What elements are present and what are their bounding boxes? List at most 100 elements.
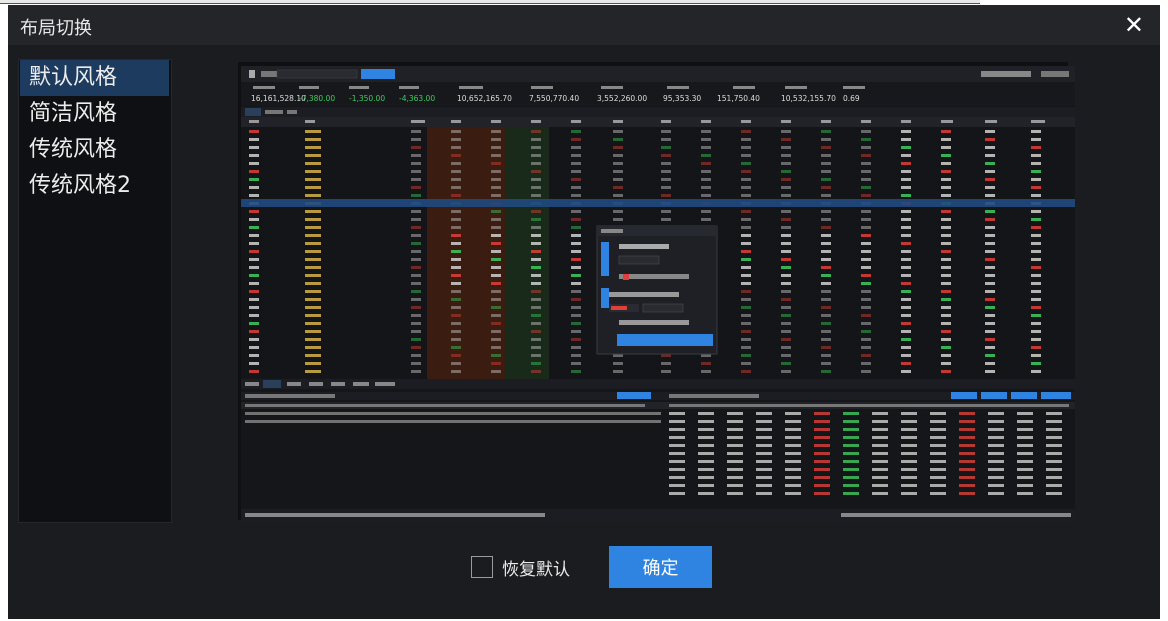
preview-cell	[901, 338, 911, 341]
preview-cell	[571, 250, 581, 253]
preview-cell	[785, 412, 801, 415]
preview-cell	[249, 370, 259, 373]
preview-cell	[249, 274, 259, 277]
preview-cell	[821, 322, 831, 325]
style-item-simple[interactable]: 简洁风格	[20, 96, 169, 132]
preview-cell	[941, 298, 951, 301]
preview-cell	[531, 242, 541, 245]
preview-cell	[451, 362, 461, 365]
preview-cell	[843, 484, 859, 487]
preview-cell	[901, 354, 911, 357]
preview-cell	[821, 250, 831, 253]
style-item-traditional-2[interactable]: 传统风格2	[20, 168, 169, 204]
preview-cell	[451, 282, 461, 285]
preview-cell	[661, 210, 671, 213]
preview-cell	[781, 282, 791, 285]
preview-cell	[531, 314, 541, 317]
preview-cell	[491, 234, 501, 237]
preview-cell	[1031, 138, 1041, 141]
preview-cell	[411, 154, 421, 157]
preview-cell	[861, 290, 871, 293]
preview-cell	[985, 346, 995, 349]
preview-cell	[985, 242, 995, 245]
preview-cell	[861, 274, 871, 277]
preview-cell	[1031, 194, 1041, 197]
preview-cell	[901, 330, 911, 333]
preview-cell	[901, 170, 911, 173]
svg-text:3,552,260.00: 3,552,260.00	[597, 94, 647, 103]
preview-cell	[1031, 130, 1041, 133]
restore-default-checkbox[interactable]	[471, 556, 493, 578]
preview-cell	[941, 322, 951, 325]
preview-cell	[988, 420, 1004, 423]
preview-cell	[821, 226, 831, 229]
preview-cell	[741, 354, 751, 357]
preview-cell	[1031, 234, 1041, 237]
preview-cell	[781, 362, 791, 365]
preview-cell	[531, 266, 541, 269]
restore-default-label[interactable]: 恢复默认	[502, 555, 570, 580]
preview-cell	[985, 274, 995, 277]
preview-cell	[988, 444, 1004, 447]
preview-cell	[698, 492, 714, 495]
preview-cell	[781, 170, 791, 173]
preview-cell	[741, 186, 751, 189]
preview-cell	[861, 226, 871, 229]
preview-cell	[698, 436, 714, 439]
layout-style-list: 默认风格 简洁风格 传统风格 传统风格2	[18, 59, 172, 523]
preview-cell	[941, 370, 951, 373]
preview-cell	[781, 162, 791, 165]
preview-cell	[1031, 338, 1041, 341]
preview-cell	[249, 266, 259, 269]
preview-cell	[930, 460, 946, 463]
preview-cell	[669, 412, 685, 415]
preview-cell	[305, 194, 321, 197]
preview-cell	[305, 162, 321, 165]
preview-cell	[756, 420, 772, 423]
preview-cell	[814, 436, 830, 439]
preview-cell	[491, 306, 501, 309]
preview-cell	[698, 412, 714, 415]
preview-cell	[814, 412, 830, 415]
preview-cell	[1031, 258, 1041, 261]
preview-cell	[411, 178, 421, 181]
preview-cell	[985, 178, 995, 181]
preview-cell	[821, 242, 831, 245]
preview-cell	[843, 452, 859, 455]
close-icon[interactable]: ✕	[1124, 11, 1144, 39]
preview-cell	[861, 162, 871, 165]
preview-cell	[872, 468, 888, 471]
preview-cell	[941, 354, 951, 357]
dialog-titlebar: 布局切换 ✕	[8, 5, 1160, 45]
preview-cell	[571, 146, 581, 149]
preview-cell	[781, 194, 791, 197]
confirm-button[interactable]: 确定	[609, 546, 712, 588]
preview-cell	[1031, 354, 1041, 357]
preview-cell	[901, 306, 911, 309]
preview-cell	[571, 162, 581, 165]
preview-cell	[861, 298, 871, 301]
preview-cell	[411, 274, 421, 277]
preview-cell	[985, 186, 995, 189]
style-item-traditional[interactable]: 传统风格	[20, 132, 169, 168]
preview-cell	[249, 218, 259, 221]
preview-cell	[781, 330, 791, 333]
preview-cell	[249, 170, 259, 173]
preview-cell	[701, 154, 711, 157]
preview-cell	[531, 250, 541, 253]
preview-cell	[901, 420, 917, 423]
preview-cell	[571, 138, 581, 141]
preview-cell	[941, 138, 951, 141]
preview-cell	[901, 242, 911, 245]
preview-cell	[571, 130, 581, 133]
preview-cell	[901, 226, 911, 229]
preview-cell	[701, 370, 711, 373]
preview-cell	[727, 484, 743, 487]
preview-cell	[861, 186, 871, 189]
style-item-default[interactable]: 默认风格	[20, 60, 169, 96]
preview-cell	[741, 210, 751, 213]
preview-cell	[901, 130, 911, 133]
preview-cell	[985, 194, 995, 197]
preview-cell	[781, 234, 791, 237]
preview-cell	[985, 330, 995, 333]
